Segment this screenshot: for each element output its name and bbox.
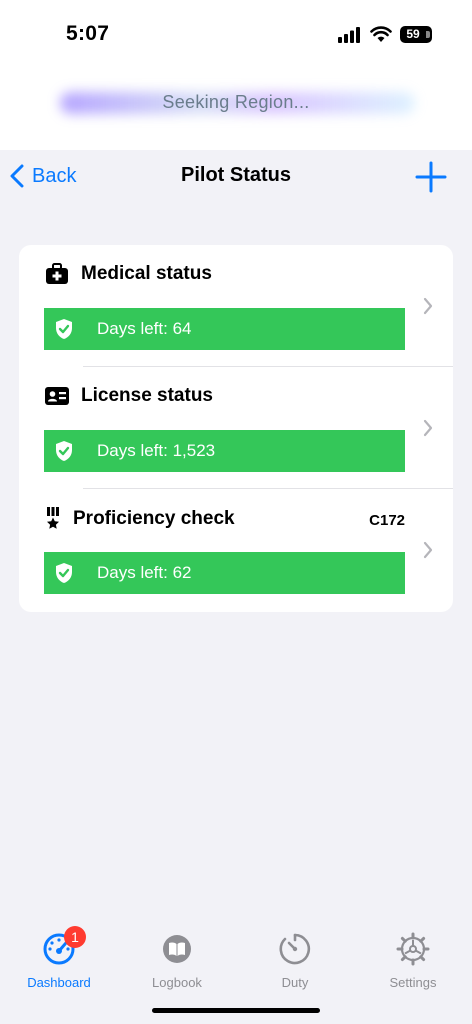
shield-check-icon	[56, 563, 72, 583]
id-card-icon	[45, 387, 69, 405]
days-left-bar: Days left: 1,523	[44, 430, 405, 472]
shield-check-icon	[56, 319, 72, 339]
days-left-bar: Days left: 64	[44, 308, 405, 350]
row-title: Proficiency check	[73, 508, 235, 529]
status-time: 5:07	[66, 22, 110, 45]
medical-kit-icon	[46, 263, 68, 284]
tab-logbook[interactable]: Logbook	[118, 930, 236, 1000]
row-title: Medical status	[81, 263, 212, 284]
row-title: License status	[81, 385, 213, 406]
days-left-bar: Days left: 62	[44, 552, 405, 594]
proficiency-check-row[interactable]: Proficiency check C172 Days left: 62	[19, 489, 453, 611]
home-indicator	[152, 1008, 320, 1013]
gear-icon	[396, 932, 430, 966]
tab-label: Duty	[281, 975, 309, 990]
navigation-bar: Back Pilot Status	[0, 150, 472, 206]
battery-level: 59	[406, 27, 420, 41]
shield-check-icon	[56, 441, 72, 461]
status-card: Medical status Days left: 64 License sta…	[19, 245, 453, 612]
tab-label: Dashboard	[27, 975, 91, 990]
tab-label: Logbook	[152, 975, 202, 990]
chevron-right-icon	[423, 541, 433, 559]
page-title: Pilot Status	[180, 164, 291, 186]
days-left-text: Days left: 62	[97, 563, 192, 582]
timer-icon	[279, 933, 311, 965]
cellular-signal-icon	[338, 27, 360, 43]
add-button[interactable]	[414, 160, 448, 194]
tab-settings[interactable]: Settings	[354, 930, 472, 1000]
medical-status-row[interactable]: Medical status Days left: 64	[19, 245, 453, 367]
aircraft-type-label: C172	[369, 512, 405, 529]
chevron-right-icon	[423, 419, 433, 437]
book-icon	[163, 935, 191, 963]
chevron-right-icon	[423, 297, 433, 315]
medal-icon	[47, 507, 59, 529]
seeking-region-banner: Seeking Region...	[162, 92, 310, 112]
tab-duty[interactable]: Duty	[236, 930, 354, 1000]
wifi-icon	[370, 26, 392, 42]
days-left-text: Days left: 64	[97, 319, 192, 338]
status-bar: 5:07 59	[0, 0, 472, 70]
days-left-text: Days left: 1,523	[97, 441, 216, 460]
tab-label: Settings	[389, 975, 437, 990]
tab-dashboard[interactable]: 1 Dashboard	[0, 926, 118, 1000]
battery-icon: 59	[400, 26, 432, 43]
license-status-row[interactable]: License status Days left: 1,523	[19, 367, 453, 489]
notification-badge: 1	[64, 926, 86, 948]
